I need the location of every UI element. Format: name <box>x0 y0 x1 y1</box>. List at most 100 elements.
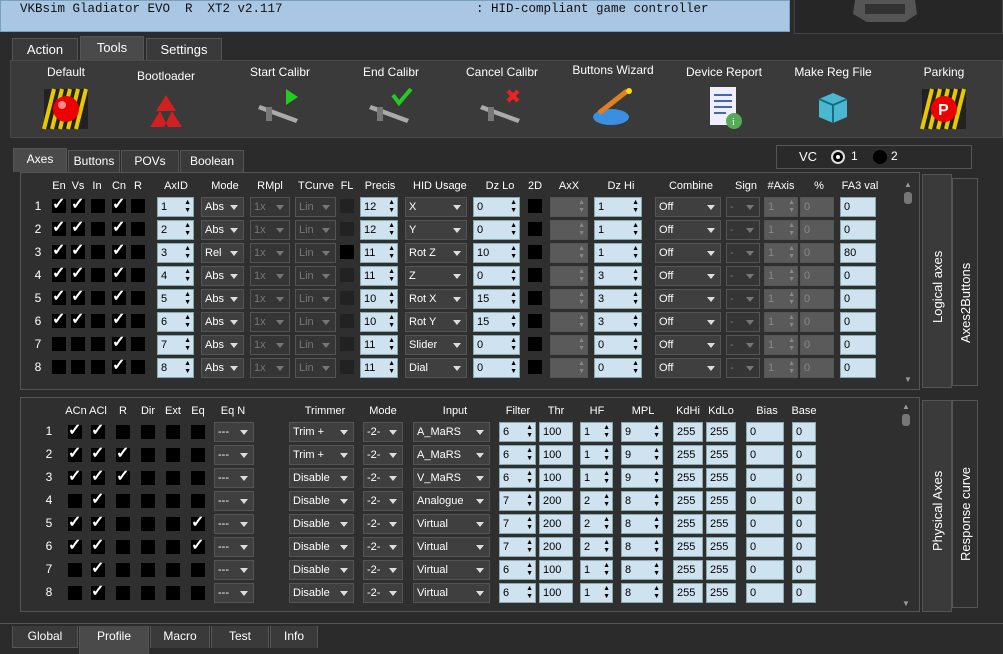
percent-field[interactable]: 0 <box>800 197 834 217</box>
spin-arrows-icon[interactable]: ▲ ▼ <box>603 493 610 509</box>
hid-usage-dropdown[interactable]: Rot Y <box>405 312 467 332</box>
tcurve-dropdown[interactable]: Lin <box>295 266 336 286</box>
cn-checkbox[interactable] <box>112 196 126 214</box>
input-dropdown[interactable]: A_MaRS <box>413 445 490 465</box>
combine-dropdown[interactable]: Off <box>655 243 721 263</box>
eqn-dropdown[interactable]: --- <box>214 445 254 465</box>
thr-field[interactable]: 100 <box>539 583 573 603</box>
naxis-spinner[interactable]: 1 ▲ ▼ <box>764 197 798 217</box>
spin-arrows-icon[interactable]: ▲ ▼ <box>632 291 639 307</box>
dir-checkbox[interactable] <box>141 586 155 600</box>
acn-checkbox[interactable] <box>68 422 82 440</box>
mode-dropdown[interactable]: Abs <box>201 220 244 240</box>
in-checkbox[interactable] <box>91 245 105 259</box>
tab-profile[interactable]: Profile <box>79 626 149 654</box>
dzlo-spinner[interactable]: 10 ▲ ▼ <box>473 243 520 263</box>
spin-arrows-icon[interactable]: ▲ ▼ <box>578 222 585 238</box>
acn-checkbox[interactable] <box>68 514 82 532</box>
eqn-dropdown[interactable]: --- <box>214 537 254 557</box>
eqn-dropdown[interactable]: --- <box>214 583 254 603</box>
dzlo-spinner[interactable]: 0 ▲ ▼ <box>473 220 520 240</box>
dzhi-spinner[interactable]: 1 ▲ ▼ <box>594 243 642 263</box>
en-checkbox[interactable] <box>52 360 66 374</box>
acl-checkbox[interactable] <box>91 491 105 509</box>
spin-arrows-icon[interactable]: ▲ ▼ <box>510 199 517 215</box>
ext-checkbox[interactable] <box>166 425 180 439</box>
in-checkbox[interactable] <box>91 314 105 328</box>
fl-checkbox[interactable] <box>340 314 354 328</box>
fa3-field[interactable]: 0 <box>840 266 876 286</box>
hf-spinner[interactable]: 2 ▲ ▼ <box>580 491 613 511</box>
tab-tools[interactable]: Tools <box>80 36 144 60</box>
hf-spinner[interactable]: 1 ▲ ▼ <box>580 422 613 442</box>
vs-checkbox[interactable] <box>71 337 85 351</box>
trimmer-dropdown[interactable]: Disable <box>289 583 354 603</box>
bias-field[interactable]: 0 <box>746 468 784 488</box>
combine-dropdown[interactable]: Off <box>655 312 721 332</box>
fa3-field[interactable]: 80 <box>840 243 876 263</box>
cn-checkbox[interactable] <box>112 334 126 352</box>
eq-checkbox[interactable] <box>191 514 205 532</box>
thr-field[interactable]: 100 <box>539 445 573 465</box>
spin-arrows-icon[interactable]: ▲ ▼ <box>788 291 795 307</box>
dzhi-spinner[interactable]: 3 ▲ ▼ <box>594 266 642 286</box>
mode-dropdown[interactable]: Abs <box>201 312 244 332</box>
hid-usage-dropdown[interactable]: Rot X <box>405 289 467 309</box>
hid-usage-dropdown[interactable]: Z <box>405 266 467 286</box>
in-checkbox[interactable] <box>91 222 105 236</box>
naxis-spinner[interactable]: 1 ▲ ▼ <box>764 289 798 309</box>
r-checkbox[interactable] <box>131 360 145 374</box>
trimmer-dropdown[interactable]: Disable <box>289 560 354 580</box>
tcurve-dropdown[interactable]: Lin <box>295 312 336 332</box>
spin-arrows-icon[interactable]: ▲ ▼ <box>653 516 660 532</box>
percent-field[interactable]: 0 <box>800 312 834 332</box>
spin-arrows-icon[interactable]: ▲ ▼ <box>526 516 533 532</box>
trimmer-dropdown[interactable]: Disable <box>289 468 354 488</box>
dzhi-spinner[interactable]: 0 ▲ ▼ <box>594 358 642 378</box>
hid-usage-dropdown[interactable]: Rot Z <box>405 243 467 263</box>
spin-arrows-icon[interactable]: ▲ ▼ <box>653 493 660 509</box>
axes2buttons-side-tab[interactable]: Axes2Buttons <box>952 178 978 386</box>
spin-arrows-icon[interactable]: ▲ ▼ <box>632 337 639 353</box>
2d-checkbox[interactable] <box>528 314 542 328</box>
en-checkbox[interactable] <box>52 337 66 351</box>
tab-settings[interactable]: Settings <box>146 38 222 60</box>
2d-checkbox[interactable] <box>528 360 542 374</box>
combine-dropdown[interactable]: Off <box>655 289 721 309</box>
kdlo-field[interactable]: 255 <box>706 583 736 603</box>
vs-checkbox[interactable] <box>71 288 85 306</box>
kdhi-field[interactable]: 255 <box>673 560 703 580</box>
vs-checkbox[interactable] <box>71 196 85 214</box>
spin-arrows-icon[interactable]: ▲ ▼ <box>388 337 395 353</box>
spin-arrows-icon[interactable]: ▲ ▼ <box>526 539 533 555</box>
spin-arrows-icon[interactable]: ▲ ▼ <box>603 516 610 532</box>
cn-checkbox[interactable] <box>112 357 126 375</box>
base-field[interactable]: 0 <box>792 583 816 603</box>
tcurve-dropdown[interactable]: Lin <box>295 197 336 217</box>
in-checkbox[interactable] <box>91 291 105 305</box>
dir-checkbox[interactable] <box>141 471 155 485</box>
filter-spinner[interactable]: 6 ▲ ▼ <box>499 445 536 465</box>
ext-checkbox[interactable] <box>166 586 180 600</box>
mpl-spinner[interactable]: 8 ▲ ▼ <box>621 491 663 511</box>
acl-checkbox[interactable] <box>91 514 105 532</box>
base-field[interactable]: 0 <box>792 560 816 580</box>
eq-checkbox[interactable] <box>191 471 205 485</box>
eqn-dropdown[interactable]: --- <box>214 422 254 442</box>
spin-arrows-icon[interactable]: ▲ ▼ <box>510 245 517 261</box>
acn-checkbox[interactable] <box>68 563 82 577</box>
percent-field[interactable]: 0 <box>800 243 834 263</box>
acl-checkbox[interactable] <box>91 583 105 601</box>
r-checkbox[interactable] <box>116 540 130 554</box>
r-checkbox[interactable] <box>131 199 145 213</box>
rmpl-dropdown[interactable]: 1x <box>250 289 290 309</box>
hid-usage-dropdown[interactable]: Slider <box>405 335 467 355</box>
base-field[interactable]: 0 <box>792 514 816 534</box>
axx-spinner[interactable]: ▲ ▼ <box>550 266 588 286</box>
input-dropdown[interactable]: Virtual <box>413 583 490 603</box>
parking-button[interactable]: Parking P <box>889 65 999 137</box>
fl-checkbox[interactable] <box>340 291 354 305</box>
spin-arrows-icon[interactable]: ▲ ▼ <box>526 493 533 509</box>
mode-dropdown[interactable]: -2- <box>363 583 403 603</box>
r-checkbox[interactable] <box>131 245 145 259</box>
